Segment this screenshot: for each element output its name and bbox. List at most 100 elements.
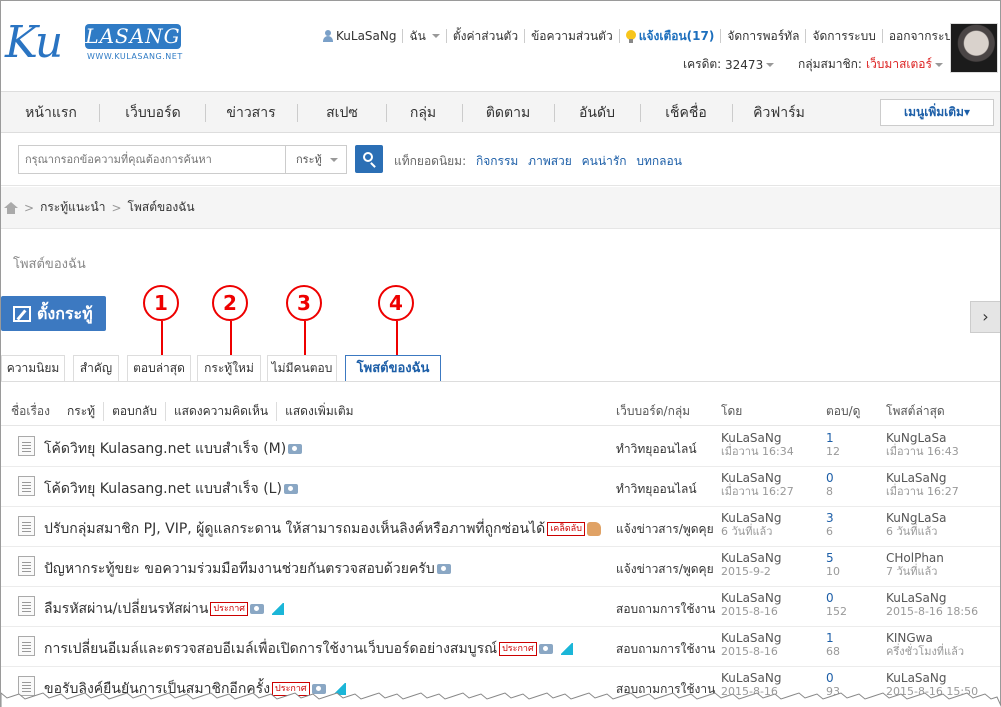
- thread-title[interactable]: ปรับกลุ่มสมาชิก PJ, VIP, ผู้ดูแลกระดาน ใ…: [44, 518, 545, 540]
- table-row[interactable]: ปัญหากระทู้ขยะ ขอความร่วมมือทีมงานช่วยกั…: [1, 547, 1000, 587]
- thread-replies[interactable]: 0: [826, 471, 834, 485]
- site-logo[interactable]: Ku LASANG WWW.KULASANG.NET: [5, 11, 185, 71]
- messages-link[interactable]: ข้อความส่วนตัว: [525, 29, 620, 43]
- thread-author[interactable]: KuLaSaNg: [721, 631, 781, 645]
- portal-link[interactable]: จัดการพอร์ทัล: [721, 29, 807, 43]
- thread-author[interactable]: KuLaSaNg: [721, 671, 781, 685]
- nav-follow[interactable]: ติดตาม: [470, 92, 546, 134]
- search-button[interactable]: [355, 145, 383, 173]
- last-post-user[interactable]: KuNgLaSa: [886, 431, 946, 445]
- tab-latest-reply[interactable]: ตอบล่าสุด: [127, 355, 191, 382]
- image-attachment-icon: [283, 484, 298, 494]
- thread-author[interactable]: KuLaSaNg: [721, 431, 781, 445]
- thread-last-post-cell: KuLaSaNg เมื่อวาน 16:27: [886, 471, 959, 499]
- tab-my-posts[interactable]: โพสต์ของฉัน: [345, 355, 441, 382]
- thread-title-cell: ปัญหากระทู้ขยะ ขอความร่วมมือทีมงานช่วยกั…: [44, 558, 451, 580]
- thread-tag-badge: ประกาศ: [210, 602, 249, 616]
- thread-author[interactable]: KuLaSaNg: [721, 511, 781, 525]
- nav-news[interactable]: ข่าวสาร: [213, 92, 289, 134]
- table-row[interactable]: การเปลี่ยนอีเมล์และตรวจสอบอีเมล์เพื่อเปิ…: [1, 627, 1000, 667]
- credit-display[interactable]: เครดิต: 32473: [683, 55, 775, 74]
- thread-forum-link[interactable]: สอบถามการใช้งาน: [616, 640, 715, 659]
- nav-group[interactable]: กลุ่ม: [394, 92, 452, 134]
- nav-checkin[interactable]: เช็คชื่อ: [648, 92, 724, 134]
- breadcrumb-item[interactable]: กระทู้แนะนำ: [40, 198, 105, 217]
- document-icon: [18, 596, 35, 616]
- thread-date: 2015-8-16: [721, 605, 778, 618]
- settings-link[interactable]: ตั้งค่าส่วนตัว: [447, 29, 526, 43]
- tab-no-reply[interactable]: ไม่มีคนตอบ: [267, 355, 337, 382]
- thread-title[interactable]: ปัญหากระทู้ขยะ ขอความร่วมมือทีมงานช่วยกั…: [44, 558, 435, 580]
- table-row[interactable]: ลืมรหัสผ่าน/เปลี่ยนรหัสผ่าน ประกาศ สอบถามก…: [1, 587, 1000, 627]
- thread-title[interactable]: การเปลี่ยนอีเมล์และตรวจสอบอีเมล์เพื่อเปิ…: [44, 638, 497, 660]
- member-group-display[interactable]: กลุ่มสมาชิก: เว็บมาสเตอร์: [798, 55, 943, 74]
- thread-forum-link[interactable]: แจ้งข่าวสาร/พูดคุย: [616, 560, 714, 579]
- last-post-user[interactable]: KuLaSaNg: [886, 591, 946, 605]
- thread-title[interactable]: โค้ดวิทยุ Kulasang.net แบบสำเร็จ (M): [44, 438, 286, 460]
- thread-forum-link[interactable]: ทำวิทยุออนไลน์: [616, 440, 697, 459]
- filter-comment[interactable]: แสดงความคิดเห็น: [166, 402, 278, 421]
- nav-qfarm[interactable]: คิวฟาร์ม: [741, 92, 817, 134]
- thread-author[interactable]: KuLaSaNg: [721, 551, 781, 565]
- thread-title-cell: โค้ดวิทยุ Kulasang.net แบบสำเร็จ (L): [44, 478, 298, 500]
- thread-replies[interactable]: 0: [826, 591, 834, 605]
- last-post-date: ครึ่งชั่วโมงที่แล้ว: [886, 645, 965, 658]
- chevron-right-icon: >: [111, 200, 122, 215]
- thread-author[interactable]: KuLaSaNg: [721, 471, 781, 485]
- more-menu-button[interactable]: เมนูเพิ่มเติม▾: [880, 99, 994, 126]
- nav-home[interactable]: หน้าแรก: [13, 92, 89, 134]
- nav-divider: [386, 104, 387, 122]
- document-icon: [18, 556, 35, 576]
- thread-forum-link[interactable]: สอบถามการใช้งาน: [616, 600, 715, 619]
- nav-webboard[interactable]: เว็บบอร์ด: [111, 92, 195, 134]
- document-icon: [18, 436, 35, 456]
- breadcrumb-item[interactable]: โพสต์ของฉัน: [128, 198, 195, 217]
- thread-author[interactable]: KuLaSaNg: [721, 591, 781, 605]
- hot-tag-link[interactable]: คนน่ารัก: [582, 154, 627, 168]
- username-link[interactable]: KuLaSaNg: [317, 29, 404, 43]
- search-input[interactable]: [18, 145, 286, 174]
- last-post-user[interactable]: KINGwa: [886, 631, 933, 645]
- thread-last-post-cell: KINGwa ครึ่งชั่วโมงที่แล้ว: [886, 631, 965, 659]
- new-post-button[interactable]: ตั้งกระทู้: [1, 296, 106, 331]
- notifications-link[interactable]: แจ้งเตือน(17): [620, 29, 722, 43]
- admin-link[interactable]: จัดการระบบ: [806, 29, 883, 43]
- thread-replies[interactable]: 0: [826, 671, 834, 685]
- filter-reply[interactable]: ตอบกลับ: [104, 402, 166, 421]
- table-row[interactable]: โค้ดวิทยุ Kulasang.net แบบสำเร็จ (L) ทำวิ…: [1, 467, 1000, 507]
- nav-divider: [205, 104, 206, 122]
- me-dropdown[interactable]: ฉัน: [403, 29, 447, 43]
- site-header: Ku LASANG WWW.KULASANG.NET KuLaSaNg ฉัน …: [1, 1, 1000, 91]
- thread-author-cell: KuLaSaNg 2015-8-16: [721, 631, 781, 659]
- hot-tag-link[interactable]: บทกลอน: [636, 154, 682, 168]
- thread-replies[interactable]: 3: [826, 511, 834, 525]
- nav-space[interactable]: สเปซ: [306, 92, 378, 134]
- thread-forum-link[interactable]: แจ้งข่าวสาร/พูดคุย: [616, 520, 714, 539]
- thread-replies[interactable]: 1: [826, 631, 834, 645]
- last-post-user[interactable]: CHolPhan: [886, 551, 944, 565]
- table-row[interactable]: โค้ดวิทยุ Kulasang.net แบบสำเร็จ (M) ทำวิ…: [1, 427, 1000, 467]
- hot-tag-link[interactable]: ภาพสวย: [528, 154, 572, 168]
- thread-title[interactable]: โค้ดวิทยุ Kulasang.net แบบสำเร็จ (L): [44, 478, 282, 500]
- home-icon[interactable]: [4, 201, 18, 214]
- last-post-user[interactable]: KuLaSaNg: [886, 471, 946, 485]
- thread-last-post-cell: KuLaSaNg 2015-8-16 18:56: [886, 591, 978, 619]
- avatar[interactable]: [950, 23, 998, 73]
- filter-thread[interactable]: กระทู้: [59, 402, 105, 421]
- table-row[interactable]: ปรับกลุ่มสมาชิก PJ, VIP, ผู้ดูแลกระดาน ใ…: [1, 507, 1000, 547]
- notifications-label: แจ้งเตือน(17): [638, 29, 715, 43]
- filter-more[interactable]: แสดงเพิ่มเติม: [277, 402, 361, 421]
- tab-important[interactable]: สำคัญ: [73, 355, 119, 382]
- nav-ranking[interactable]: อันดับ: [562, 92, 632, 134]
- thread-title[interactable]: ลืมรหัสผ่าน/เปลี่ยนรหัสผ่าน: [44, 598, 208, 620]
- sidebar-toggle-button[interactable]: ›: [970, 301, 1000, 333]
- last-post-user[interactable]: KuLaSaNg: [886, 671, 946, 685]
- thread-replies[interactable]: 1: [826, 431, 834, 445]
- tab-popular[interactable]: ความนิยม: [1, 355, 65, 382]
- search-type-select[interactable]: กระทู้: [286, 145, 347, 174]
- hot-tag-link[interactable]: กิจกรรม: [476, 154, 518, 168]
- thread-replies[interactable]: 5: [826, 551, 834, 565]
- tab-new-thread[interactable]: กระทู้ใหม่: [197, 355, 261, 382]
- last-post-user[interactable]: KuNgLaSa: [886, 511, 946, 525]
- thread-forum-link[interactable]: ทำวิทยุออนไลน์: [616, 480, 697, 499]
